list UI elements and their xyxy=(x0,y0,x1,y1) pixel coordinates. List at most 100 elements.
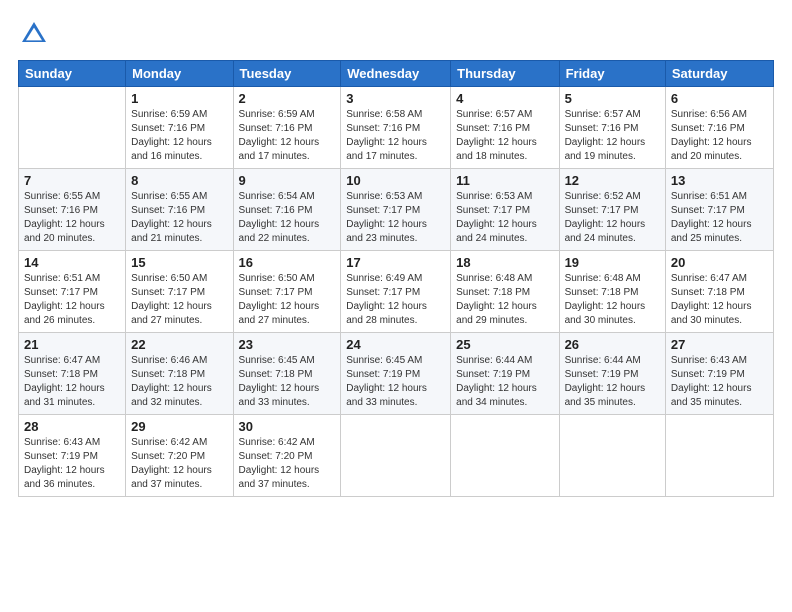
day-info: Sunrise: 6:59 AM Sunset: 7:16 PM Dayligh… xyxy=(239,108,336,164)
day-cell: 28 Sunrise: 6:43 AM Sunset: 7:19 PM Dayli… xyxy=(19,415,126,497)
day-info: Sunrise: 6:53 AM Sunset: 7:17 PM Dayligh… xyxy=(346,190,445,246)
day-info: Sunrise: 6:48 AM Sunset: 7:18 PM Dayligh… xyxy=(456,272,553,328)
weekday-wednesday: Wednesday xyxy=(341,61,451,87)
day-info: Sunrise: 6:58 AM Sunset: 7:16 PM Dayligh… xyxy=(346,108,445,164)
day-info: Sunrise: 6:57 AM Sunset: 7:16 PM Dayligh… xyxy=(456,108,553,164)
day-info: Sunrise: 6:51 AM Sunset: 7:17 PM Dayligh… xyxy=(671,190,768,246)
day-number: 5 xyxy=(565,91,660,106)
day-number: 1 xyxy=(131,91,227,106)
week-row-3: 14 Sunrise: 6:51 AM Sunset: 7:17 PM Dayli… xyxy=(19,251,774,333)
day-number: 29 xyxy=(131,419,227,434)
day-cell: 5 Sunrise: 6:57 AM Sunset: 7:16 PM Daylig… xyxy=(559,87,665,169)
day-number: 7 xyxy=(24,173,120,188)
day-number: 3 xyxy=(346,91,445,106)
day-info: Sunrise: 6:55 AM Sunset: 7:16 PM Dayligh… xyxy=(131,190,227,246)
day-cell xyxy=(19,87,126,169)
day-info: Sunrise: 6:49 AM Sunset: 7:17 PM Dayligh… xyxy=(346,272,445,328)
day-cell: 21Sunrise: 6:47 AM Sunset: 7:18 PM Dayli… xyxy=(19,333,126,415)
day-number: 8 xyxy=(131,173,227,188)
day-cell: 22 Sunrise: 6:46 AM Sunset: 7:18 PM Dayli… xyxy=(126,333,233,415)
day-cell: 13 Sunrise: 6:51 AM Sunset: 7:17 PM Dayli… xyxy=(665,169,773,251)
day-number: 30 xyxy=(239,419,336,434)
day-number: 2 xyxy=(239,91,336,106)
day-number: 19 xyxy=(565,255,660,270)
week-row-2: 7 Sunrise: 6:55 AM Sunset: 7:16 PM Daylig… xyxy=(19,169,774,251)
weekday-friday: Friday xyxy=(559,61,665,87)
day-cell: 23 Sunrise: 6:45 AM Sunset: 7:18 PM Dayli… xyxy=(233,333,341,415)
day-cell: 16 Sunrise: 6:50 AM Sunset: 7:17 PM Dayli… xyxy=(233,251,341,333)
day-cell: 6Sunrise: 6:56 AM Sunset: 7:16 PM Daylig… xyxy=(665,87,773,169)
weekday-thursday: Thursday xyxy=(451,61,559,87)
day-cell: 15Sunrise: 6:50 AM Sunset: 7:17 PM Dayli… xyxy=(126,251,233,333)
day-number: 16 xyxy=(239,255,336,270)
day-cell: 4 Sunrise: 6:57 AM Sunset: 7:16 PM Daylig… xyxy=(451,87,559,169)
day-info: Sunrise: 6:46 AM Sunset: 7:18 PM Dayligh… xyxy=(131,354,227,410)
day-cell xyxy=(341,415,451,497)
day-number: 22 xyxy=(131,337,227,352)
day-number: 18 xyxy=(456,255,553,270)
day-cell: 18 Sunrise: 6:48 AM Sunset: 7:18 PM Dayli… xyxy=(451,251,559,333)
day-number: 13 xyxy=(671,173,768,188)
day-info: Sunrise: 6:47 AM Sunset: 7:18 PM Dayligh… xyxy=(671,272,768,328)
day-info: Sunrise: 6:43 AM Sunset: 7:19 PM Dayligh… xyxy=(24,436,120,492)
day-cell: 3 Sunrise: 6:58 AM Sunset: 7:16 PM Daylig… xyxy=(341,87,451,169)
day-info: Sunrise: 6:44 AM Sunset: 7:19 PM Dayligh… xyxy=(456,354,553,410)
day-cell xyxy=(665,415,773,497)
day-cell: 26Sunrise: 6:44 AM Sunset: 7:19 PM Dayli… xyxy=(559,333,665,415)
day-cell: 17 Sunrise: 6:49 AM Sunset: 7:17 PM Dayli… xyxy=(341,251,451,333)
day-number: 17 xyxy=(346,255,445,270)
day-info: Sunrise: 6:42 AM Sunset: 7:20 PM Dayligh… xyxy=(239,436,336,492)
weekday-sunday: Sunday xyxy=(19,61,126,87)
day-cell: 10 Sunrise: 6:53 AM Sunset: 7:17 PM Dayli… xyxy=(341,169,451,251)
logo xyxy=(18,18,54,50)
day-info: Sunrise: 6:59 AM Sunset: 7:16 PM Dayligh… xyxy=(131,108,227,164)
day-info: Sunrise: 6:55 AM Sunset: 7:16 PM Dayligh… xyxy=(24,190,120,246)
day-cell: 8 Sunrise: 6:55 AM Sunset: 7:16 PM Daylig… xyxy=(126,169,233,251)
day-info: Sunrise: 6:48 AM Sunset: 7:18 PM Dayligh… xyxy=(565,272,660,328)
day-cell: 29Sunrise: 6:42 AM Sunset: 7:20 PM Dayli… xyxy=(126,415,233,497)
day-number: 10 xyxy=(346,173,445,188)
weekday-tuesday: Tuesday xyxy=(233,61,341,87)
day-number: 6 xyxy=(671,91,768,106)
day-number: 28 xyxy=(24,419,120,434)
day-cell: 24 Sunrise: 6:45 AM Sunset: 7:19 PM Dayli… xyxy=(341,333,451,415)
day-info: Sunrise: 6:43 AM Sunset: 7:19 PM Dayligh… xyxy=(671,354,768,410)
day-info: Sunrise: 6:45 AM Sunset: 7:18 PM Dayligh… xyxy=(239,354,336,410)
day-number: 11 xyxy=(456,173,553,188)
week-row-4: 21Sunrise: 6:47 AM Sunset: 7:18 PM Dayli… xyxy=(19,333,774,415)
day-number: 9 xyxy=(239,173,336,188)
day-info: Sunrise: 6:47 AM Sunset: 7:18 PM Dayligh… xyxy=(24,354,120,410)
day-cell: 14 Sunrise: 6:51 AM Sunset: 7:17 PM Dayli… xyxy=(19,251,126,333)
day-info: Sunrise: 6:53 AM Sunset: 7:17 PM Dayligh… xyxy=(456,190,553,246)
day-cell: 11 Sunrise: 6:53 AM Sunset: 7:17 PM Dayli… xyxy=(451,169,559,251)
day-cell: 20Sunrise: 6:47 AM Sunset: 7:18 PM Dayli… xyxy=(665,251,773,333)
calendar-table: SundayMondayTuesdayWednesdayThursdayFrid… xyxy=(18,60,774,497)
logo-icon xyxy=(18,18,50,50)
day-info: Sunrise: 6:52 AM Sunset: 7:17 PM Dayligh… xyxy=(565,190,660,246)
page: SundayMondayTuesdayWednesdayThursdayFrid… xyxy=(0,0,792,612)
day-cell: 7 Sunrise: 6:55 AM Sunset: 7:16 PM Daylig… xyxy=(19,169,126,251)
day-number: 26 xyxy=(565,337,660,352)
day-info: Sunrise: 6:54 AM Sunset: 7:16 PM Dayligh… xyxy=(239,190,336,246)
weekday-monday: Monday xyxy=(126,61,233,87)
weekday-header-row: SundayMondayTuesdayWednesdayThursdayFrid… xyxy=(19,61,774,87)
day-info: Sunrise: 6:45 AM Sunset: 7:19 PM Dayligh… xyxy=(346,354,445,410)
day-info: Sunrise: 6:57 AM Sunset: 7:16 PM Dayligh… xyxy=(565,108,660,164)
day-info: Sunrise: 6:50 AM Sunset: 7:17 PM Dayligh… xyxy=(131,272,227,328)
header xyxy=(18,18,774,50)
day-number: 27 xyxy=(671,337,768,352)
day-number: 24 xyxy=(346,337,445,352)
day-cell: 19 Sunrise: 6:48 AM Sunset: 7:18 PM Dayli… xyxy=(559,251,665,333)
day-number: 23 xyxy=(239,337,336,352)
week-row-5: 28 Sunrise: 6:43 AM Sunset: 7:19 PM Dayli… xyxy=(19,415,774,497)
day-info: Sunrise: 6:50 AM Sunset: 7:17 PM Dayligh… xyxy=(239,272,336,328)
day-cell xyxy=(451,415,559,497)
weekday-saturday: Saturday xyxy=(665,61,773,87)
day-cell: 30 Sunrise: 6:42 AM Sunset: 7:20 PM Dayli… xyxy=(233,415,341,497)
day-cell: 1 Sunrise: 6:59 AM Sunset: 7:16 PM Daylig… xyxy=(126,87,233,169)
day-cell: 9 Sunrise: 6:54 AM Sunset: 7:16 PM Daylig… xyxy=(233,169,341,251)
day-info: Sunrise: 6:51 AM Sunset: 7:17 PM Dayligh… xyxy=(24,272,120,328)
day-number: 4 xyxy=(456,91,553,106)
day-number: 25 xyxy=(456,337,553,352)
day-number: 14 xyxy=(24,255,120,270)
